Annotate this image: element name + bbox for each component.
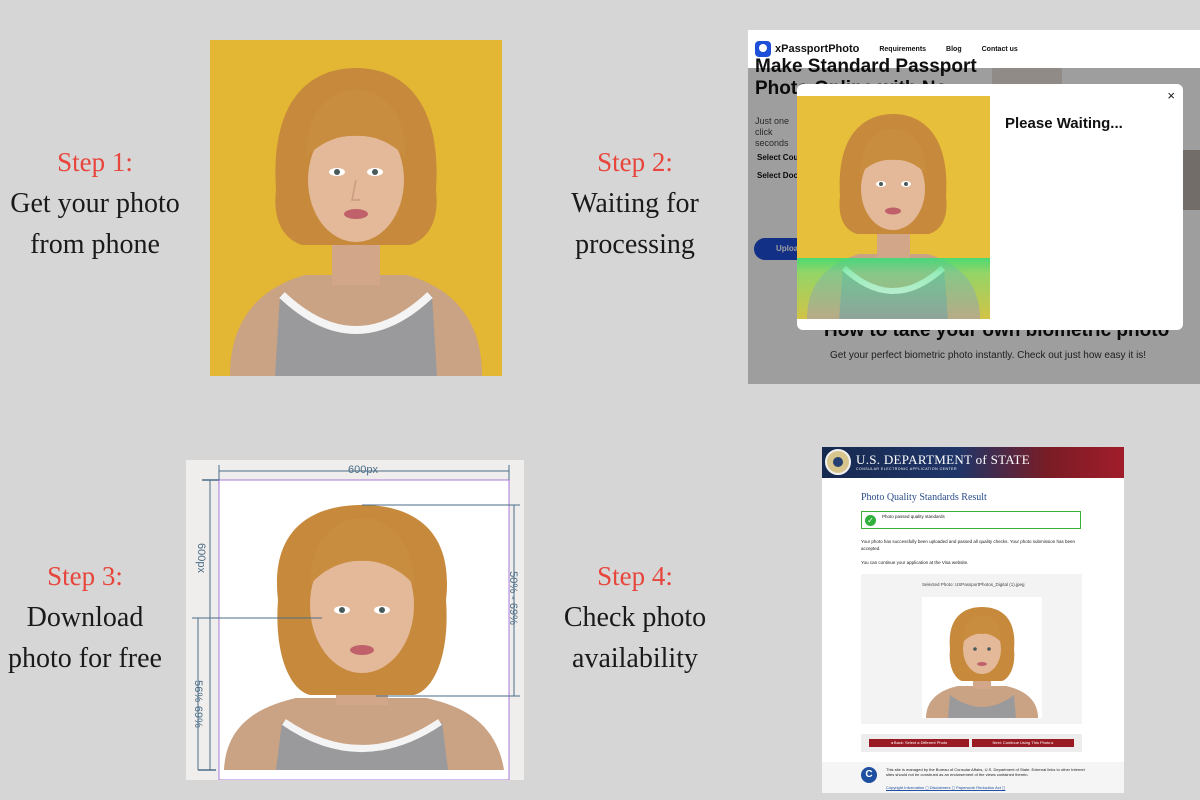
processing-modal: Please Waiting... × bbox=[797, 84, 1183, 330]
footer-text: This site is managed by the Bureau of Co… bbox=[886, 767, 1085, 777]
width-label: 600px bbox=[348, 464, 378, 476]
step-2-line-2: processing bbox=[575, 229, 695, 260]
dos-seal-icon bbox=[825, 449, 851, 475]
continue-paragraph: You can continue your application at the… bbox=[861, 560, 969, 565]
dos-footer: C This site is managed by the Bureau of … bbox=[822, 762, 1124, 793]
processing-browser-window: xPassportPhoto Requirements Blog Contact… bbox=[748, 30, 1200, 384]
dimension-lines bbox=[192, 465, 520, 780]
dos-header-subtitle: CONSULAR ELECTRONIC APPLICATION CENTER bbox=[856, 467, 958, 471]
step-1-line-1: Get your photo bbox=[10, 188, 180, 219]
step-3-line-1: Download bbox=[26, 602, 144, 633]
height-label: 600px bbox=[194, 543, 207, 573]
back-button[interactable]: ◂ Back: Select a Different Photo bbox=[869, 739, 969, 747]
nav-blog[interactable]: Blog bbox=[946, 46, 962, 53]
step-4-label: Step 4: Check photo availability bbox=[555, 556, 715, 679]
step-3-title: Step 3: bbox=[47, 561, 123, 591]
step-1-line-2: from phone bbox=[30, 229, 160, 260]
close-icon[interactable]: × bbox=[1167, 88, 1175, 103]
result-paragraph: Your photo has successfully been uploade… bbox=[861, 539, 1075, 551]
nav-contact[interactable]: Contact us bbox=[982, 46, 1018, 53]
next-button[interactable]: Next: Continue Using This Photo ▸ bbox=[972, 739, 1074, 747]
step-1-label: Step 1: Get your photo from phone bbox=[10, 142, 180, 265]
pass-status-text: Photo passed quality standards bbox=[882, 514, 945, 519]
step-3-label: Step 3: Download photo for free bbox=[5, 556, 165, 679]
head-ratio-label: 50% - 69% bbox=[506, 571, 519, 625]
selected-photo-label: Selected Photo: USPassportPhotos_Digital… bbox=[922, 582, 1025, 587]
step-1-title: Step 1: bbox=[57, 147, 133, 177]
check-icon: ✓ bbox=[865, 515, 876, 526]
step-3-line-2: photo for free bbox=[8, 643, 162, 674]
photo-dimension-diagram: 600px 600px 50% - 69% 56%-69% bbox=[186, 460, 524, 780]
scan-progress-bar bbox=[797, 258, 990, 319]
modal-title: Please Waiting... bbox=[1005, 115, 1123, 132]
selected-photo-panel: Selected Photo: USPassportPhotos_Digital… bbox=[861, 574, 1082, 724]
pass-status-box: ✓ Photo passed quality standards bbox=[861, 511, 1081, 529]
consular-affairs-logo-icon: C bbox=[861, 767, 877, 783]
step-2-title: Step 2: bbox=[597, 147, 673, 177]
dos-header: U.S. DEPARTMENT of STATE CONSULAR ELECTR… bbox=[822, 447, 1124, 478]
step-4-line-2: availability bbox=[572, 643, 698, 674]
xpassportphoto-logo-icon bbox=[755, 41, 771, 57]
nav-requirements[interactable]: Requirements bbox=[879, 46, 926, 53]
step-2-label: Step 2: Waiting for processing bbox=[555, 142, 715, 265]
eye-ratio-label: 56%-69% bbox=[191, 680, 204, 728]
brand-name[interactable]: xPassportPhoto bbox=[775, 43, 859, 55]
footer-links[interactable]: Copyright Information ◻ Disclaimers ◻ Pa… bbox=[886, 785, 1005, 790]
dos-header-title: U.S. DEPARTMENT of STATE bbox=[856, 452, 1031, 467]
phone-photo bbox=[210, 40, 502, 376]
step-4-title: Step 4: bbox=[597, 561, 673, 591]
step-2-line-1: Waiting for bbox=[571, 188, 699, 219]
selected-portrait bbox=[922, 597, 1042, 718]
dos-page-title: Photo Quality Standards Result bbox=[861, 492, 987, 503]
navigation-button-bar: ◂ Back: Select a Different Photo Next: C… bbox=[861, 734, 1082, 752]
selected-photo bbox=[922, 597, 1042, 718]
step-4-line-1: Check photo bbox=[563, 602, 707, 633]
portrait-yellow-photo bbox=[210, 40, 502, 376]
dos-photo-check-page: U.S. DEPARTMENT of STATE CONSULAR ELECTR… bbox=[822, 447, 1124, 793]
